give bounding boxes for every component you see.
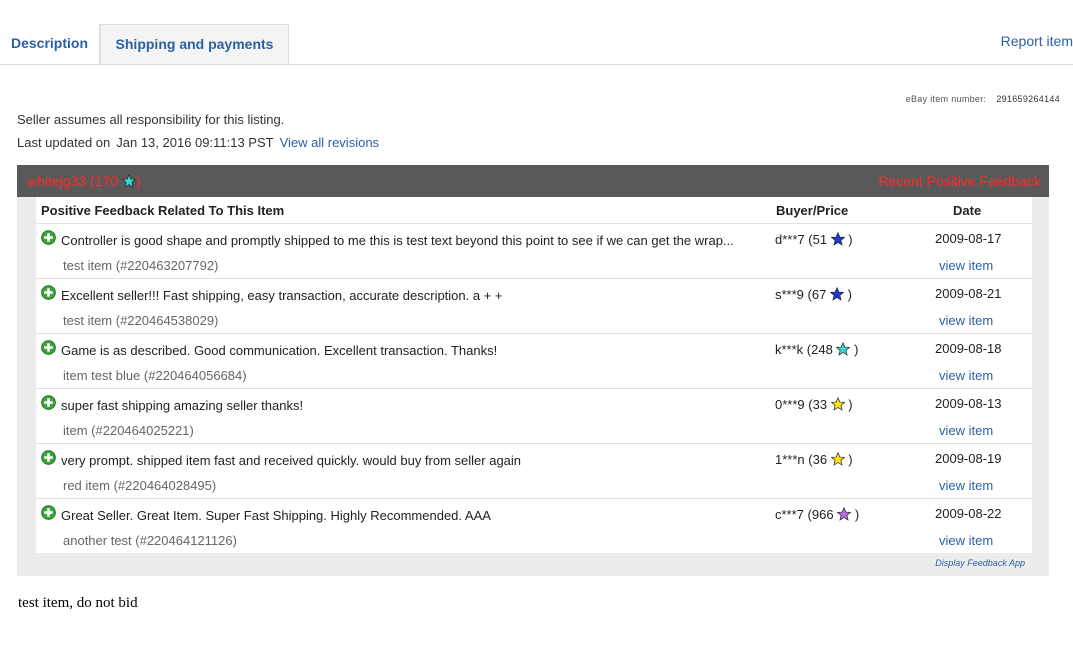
feedback-comment: Great Seller. Great Item. Super Fast Shi… — [61, 508, 491, 523]
buyer-score: 67 — [811, 287, 827, 302]
feedback-row: very prompt. shipped item fast and recei… — [36, 443, 1032, 499]
buyer-name: s***9 — [775, 287, 804, 302]
buyer-info: 1***n (36 ) — [775, 452, 853, 467]
feedback-row: Great Seller. Great Item. Super Fast Shi… — [36, 498, 1032, 554]
column-header-comment: Positive Feedback Related To This Item — [41, 203, 285, 218]
feedback-table: Positive Feedback Related To This Item B… — [36, 197, 1032, 553]
feedback-row: super fast shipping amazing seller thank… — [36, 388, 1032, 444]
feedback-date: 2009-08-22 — [935, 506, 1002, 521]
positive-feedback-icon — [41, 450, 56, 465]
buyer-score: 51 — [812, 232, 828, 247]
tab-shipping-and-payments[interactable]: Shipping and payments — [100, 24, 289, 64]
view-item-link[interactable]: view item — [939, 533, 993, 548]
buyer-name: c***7 — [775, 507, 804, 522]
buyer-score: 966 — [811, 507, 834, 522]
feedback-comment: super fast shipping amazing seller thank… — [61, 398, 304, 413]
view-item-link[interactable]: view item — [939, 258, 993, 273]
yellow-star-icon — [830, 397, 845, 411]
feedback-widget: whitejg33 (170 ) Recent Positive Feedbac… — [17, 165, 1049, 576]
feedback-date: 2009-08-21 — [935, 286, 1002, 301]
buyer-info: 0***9 (33 ) — [775, 397, 853, 412]
positive-feedback-icon — [41, 340, 56, 355]
positive-feedback-icon — [41, 395, 56, 410]
seller-note: Seller assumes all responsibility for th… — [17, 112, 285, 127]
buyer-name: 0***9 — [775, 397, 805, 412]
view-item-link[interactable]: view item — [939, 313, 993, 328]
last-updated: Last updated on Jan 13, 2016 09:11:13 PST… — [17, 135, 379, 150]
recent-feedback-title: Recent Positive Feedback — [878, 173, 1041, 189]
last-updated-label: Last updated on — [17, 135, 111, 150]
feedback-date: 2009-08-13 — [935, 396, 1002, 411]
purple-star-icon — [837, 507, 852, 521]
feedback-item-ref: item test blue (#220464056684) — [63, 368, 247, 383]
item-number: eBay item number: 291659264144 — [906, 94, 1060, 104]
positive-feedback-icon — [41, 285, 56, 300]
seller-score: 170 — [94, 173, 119, 189]
view-item-link[interactable]: view item — [939, 478, 993, 493]
item-number-label: eBay item number: — [905, 94, 987, 104]
display-feedback-app-link[interactable]: Display Feedback App — [935, 558, 1025, 568]
feedback-date: 2009-08-19 — [935, 451, 1002, 466]
column-header-buyer: Buyer/Price — [776, 203, 849, 218]
buyer-info: s***9 (67 ) — [775, 287, 852, 302]
buyer-score: 36 — [812, 452, 828, 467]
blue-star-icon — [829, 287, 844, 301]
feedback-item-ref: item (#220464025221) — [63, 423, 194, 438]
feedback-row: Game is as described. Good communication… — [36, 333, 1032, 389]
feedback-header: whitejg33 (170 ) Recent Positive Feedbac… — [17, 165, 1049, 197]
last-updated-date: Jan 13, 2016 09:11:13 PST — [116, 135, 274, 150]
buyer-info: d***7 (51 ) — [775, 232, 853, 247]
feedback-row: Excellent seller!!! Fast shipping, easy … — [36, 278, 1032, 334]
feedback-comment: Game is as described. Good communication… — [61, 343, 498, 358]
feedback-comment: Excellent seller!!! Fast shipping, easy … — [61, 288, 503, 303]
buyer-name: k***k — [775, 342, 804, 357]
feedback-comment: very prompt. shipped item fast and recei… — [61, 453, 522, 468]
item-number-value: 291659264144 — [996, 94, 1060, 104]
yellow-star-icon — [830, 452, 845, 466]
feedback-date: 2009-08-17 — [935, 231, 1002, 246]
feedback-item-ref: test item (#220464538029) — [63, 313, 219, 328]
report-item-link[interactable]: Report item — [1001, 33, 1073, 49]
buyer-score: 33 — [812, 397, 828, 412]
turquoise-star-icon — [836, 342, 851, 356]
seller-name: whitejg33 — [27, 173, 87, 189]
tab-bar: Description Shipping and payments Report… — [0, 0, 1073, 65]
feedback-date: 2009-08-18 — [935, 341, 1002, 356]
turquoise-star-icon — [121, 174, 136, 188]
view-item-link[interactable]: view item — [939, 423, 993, 438]
feedback-item-ref: red item (#220464028495) — [63, 478, 217, 493]
feedback-item-ref: another test (#220464121126) — [63, 533, 237, 548]
tab-description[interactable]: Description — [0, 24, 100, 64]
buyer-info: k***k (248 ) — [775, 342, 859, 357]
column-header-date: Date — [953, 203, 982, 218]
buyer-info: c***7 (966 ) — [775, 507, 860, 522]
positive-feedback-icon — [41, 505, 56, 520]
seller-link[interactable]: whitejg33 (170 ) — [27, 173, 141, 189]
feedback-item-ref: test item (#220463207792) — [63, 258, 219, 273]
blue-star-icon — [830, 232, 845, 246]
view-all-revisions-link[interactable]: View all revisions — [280, 135, 379, 150]
feedback-row: Controller is good shape and promptly sh… — [36, 223, 1032, 279]
positive-feedback-icon — [41, 230, 56, 245]
buyer-name: 1***n — [775, 452, 805, 467]
feedback-comment: Controller is good shape and promptly sh… — [61, 233, 734, 248]
buyer-name: d***7 — [775, 232, 805, 247]
buyer-score: 248 — [811, 342, 833, 357]
item-description: test item, do not bid — [18, 595, 138, 611]
view-item-link[interactable]: view item — [939, 368, 993, 383]
